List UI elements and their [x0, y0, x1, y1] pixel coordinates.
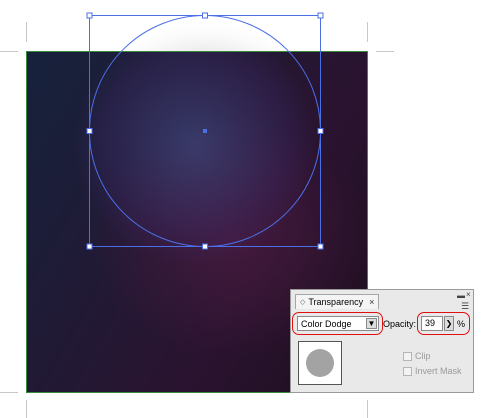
clip-checkbox[interactable] — [403, 351, 412, 361]
clip-option[interactable]: Clip — [403, 351, 431, 361]
crop-mark-top-left-v — [26, 22, 27, 42]
panel-close-icon[interactable]: × — [466, 290, 471, 299]
highlight-opacity — [417, 312, 470, 335]
crop-mark-top-right-v — [367, 22, 368, 42]
close-icon[interactable]: × — [369, 297, 374, 307]
crop-mark-top-right-h — [376, 51, 394, 52]
circle-glow — [75, 52, 315, 264]
transparency-panel: ◇ Transparency × ▬ × ☰ Color Dodge ▼ Opa… — [290, 289, 474, 393]
thumbnail-circle — [306, 349, 334, 377]
crop-mark-bottom-right-v — [367, 400, 368, 418]
collapse-arrows-icon[interactable]: ◇ — [300, 298, 305, 306]
clip-label: Clip — [415, 351, 431, 361]
crop-mark-bottom-left-h — [0, 392, 18, 393]
tab-title: Transparency — [308, 297, 364, 307]
invert-mask-label: Invert Mask — [415, 366, 462, 376]
crop-mark-top-left-h — [0, 51, 18, 52]
highlight-blend-mode — [292, 312, 383, 335]
tab-transparency[interactable]: ◇ Transparency × — [295, 294, 380, 309]
crop-mark-bottom-left-v — [26, 400, 27, 418]
invert-mask-option[interactable]: Invert Mask — [403, 366, 462, 376]
panel-menu-icon[interactable]: ☰ — [461, 301, 469, 312]
invert-mask-checkbox[interactable] — [403, 366, 412, 376]
panel-minimize-icon[interactable]: ▬ — [457, 291, 465, 300]
opacity-label: Opacity: — [383, 319, 417, 329]
object-thumbnail[interactable] — [298, 341, 342, 385]
